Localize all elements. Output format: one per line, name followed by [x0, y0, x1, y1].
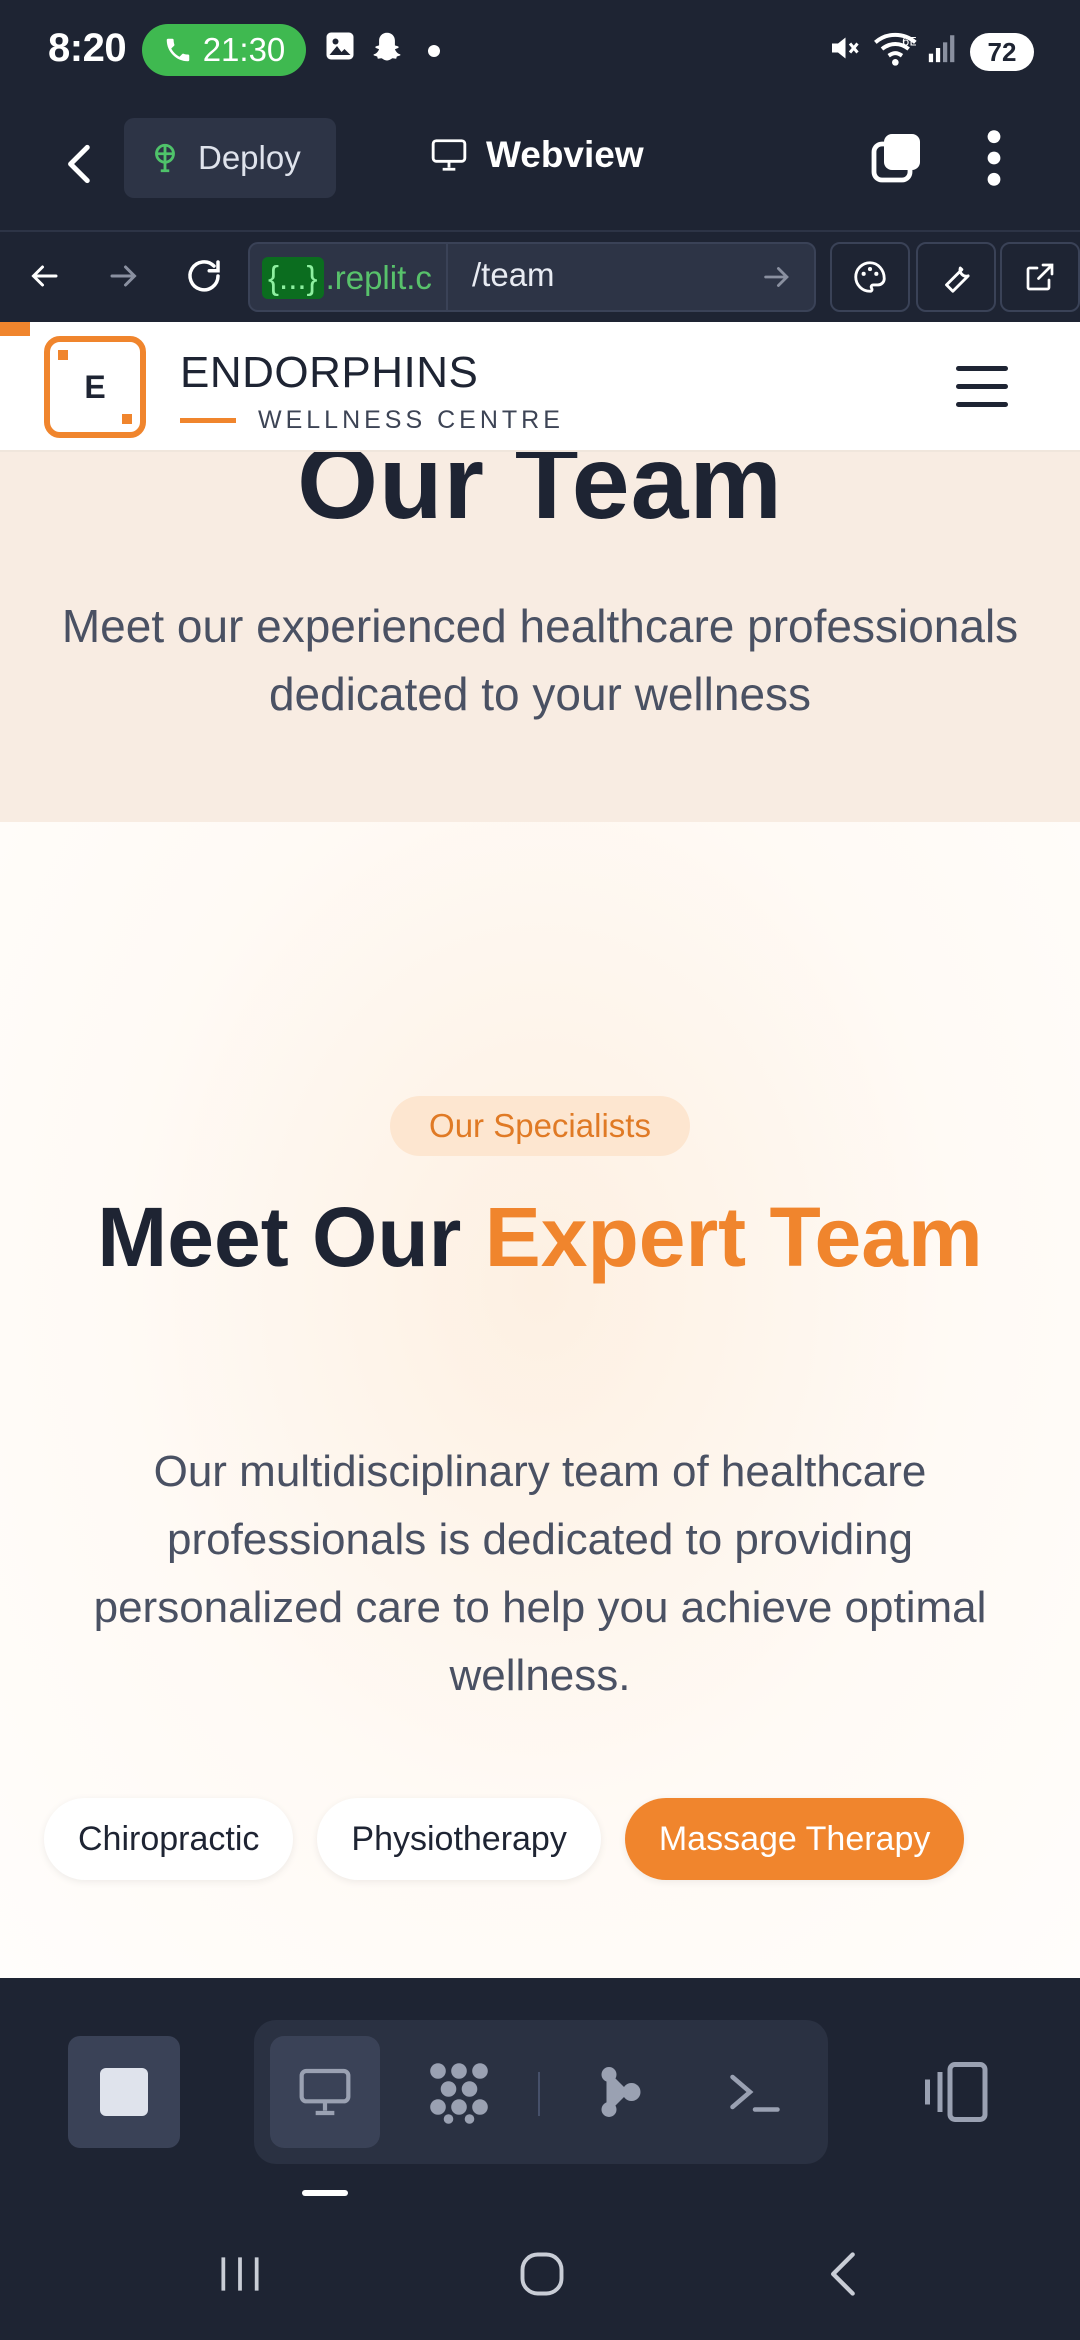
tool-switcher — [254, 2020, 828, 2164]
webview-tab[interactable]: Webview — [428, 134, 644, 176]
devtools-button[interactable] — [916, 242, 996, 312]
deploy-label: Deploy — [198, 139, 301, 176]
section-title-plain: Meet Our — [97, 1190, 485, 1284]
more-vertical-icon[interactable] — [978, 126, 1010, 190]
url-bar: {...} .replit.c /team — [0, 232, 1080, 322]
android-nav-bar — [0, 2200, 1080, 2340]
nav-forward-button[interactable] — [96, 248, 152, 304]
webview-tool-button[interactable] — [270, 2036, 380, 2148]
apps-grid-icon — [430, 2063, 488, 2124]
gallery-icon — [326, 32, 354, 60]
signal-icon — [928, 35, 955, 63]
header-accent — [0, 322, 30, 336]
brand-logo[interactable]: E — [44, 336, 146, 438]
back-icon — [831, 2252, 855, 2296]
recents-button[interactable] — [210, 2244, 270, 2304]
nav-back-button[interactable] — [16, 248, 72, 304]
snapchat-icon — [373, 32, 401, 61]
brand-tagline: WELLNESS CENTRE — [258, 406, 564, 434]
active-tab-indicator — [302, 2190, 348, 2196]
url-host: {...} .replit.c — [262, 254, 432, 302]
terminal-icon — [730, 2074, 780, 2112]
monitor-icon — [299, 2068, 351, 2116]
url-host-text: .replit.c — [325, 259, 432, 296]
battery-indicator: 72 — [970, 33, 1034, 71]
shell-tool-button[interactable] — [700, 2036, 810, 2148]
url-separator — [446, 244, 448, 310]
agent-tool-button[interactable] — [564, 2036, 674, 2148]
monitor-icon — [431, 139, 467, 171]
specialty-filters: Chiropractic Physiotherapy Massage Thera… — [44, 1798, 965, 1880]
url-brace: {...} — [262, 257, 324, 299]
url-field[interactable]: {...} .replit.c /team — [248, 242, 816, 312]
url-path[interactable]: /team — [472, 256, 555, 294]
call-indicator[interactable]: 21:30 — [142, 24, 306, 76]
external-link-icon — [1026, 263, 1054, 291]
specialists-section: Our Specialists Meet Our Expert Team Our… — [0, 822, 1080, 1978]
hero-subtitle: Meet our experienced healthcare professi… — [61, 600, 1019, 720]
reload-icon — [188, 260, 220, 292]
recents-icon — [221, 2257, 259, 2291]
svg-text:6E: 6E — [902, 35, 917, 49]
brand-underline — [180, 418, 236, 423]
toolbar-divider — [538, 2072, 540, 2116]
palette-button[interactable] — [830, 242, 910, 312]
go-arrow-icon[interactable] — [760, 260, 794, 294]
webview-page: E ENDORPHINS WELLNESS CENTRE Our Team Me… — [0, 322, 1080, 1978]
system-back-button[interactable] — [814, 2244, 874, 2304]
brand-initial: E — [84, 368, 106, 405]
mute-icon — [832, 37, 859, 59]
home-button[interactable] — [512, 2244, 572, 2304]
apps-tool-button[interactable] — [404, 2036, 514, 2148]
menu-icon[interactable] — [956, 366, 1008, 408]
devices-icon[interactable] — [920, 2062, 990, 2122]
open-external-button[interactable] — [1000, 242, 1080, 312]
replit-top-bar: Deploy Webview — [0, 104, 1080, 232]
home-icon — [520, 2252, 564, 2296]
site-header: E ENDORPHINS WELLNESS CENTRE — [0, 322, 1080, 452]
filter-chiropractic[interactable]: Chiropractic — [44, 1798, 294, 1880]
section-badge: Our Specialists — [390, 1096, 690, 1156]
tabs-icon[interactable] — [868, 130, 924, 186]
section-title: Meet Our Expert Team — [60, 1186, 1020, 1288]
brand-name[interactable]: ENDORPHINS — [180, 348, 478, 398]
deploy-icon — [155, 143, 175, 173]
stop-button[interactable] — [68, 2036, 180, 2148]
section-title-accent: Expert Team — [484, 1190, 983, 1284]
deploy-button[interactable]: Deploy — [124, 118, 336, 198]
filter-physiotherapy[interactable]: Physiotherapy — [317, 1798, 601, 1880]
back-arrow-icon[interactable] — [56, 134, 106, 194]
status-time: 8:20 — [48, 26, 127, 70]
phone-icon — [166, 38, 189, 62]
agent-icon — [601, 2067, 641, 2117]
webview-label: Webview — [486, 134, 644, 175]
section-body: Our multidisciplinary team of healthcare… — [93, 1447, 987, 1700]
filter-massage-therapy[interactable]: Massage Therapy — [624, 1798, 965, 1880]
replit-bottom-toolbar — [0, 1978, 1080, 2200]
notification-dot — [428, 45, 440, 57]
call-timer: 21:30 — [202, 31, 286, 68]
stop-icon — [100, 2068, 148, 2116]
status-bar: 8:20 21:30 6E 72 — [0, 0, 1080, 104]
nav-back-icon — [31, 265, 58, 287]
wifi-icon: 6E — [874, 32, 917, 66]
wrench-icon — [945, 266, 970, 293]
reload-button[interactable] — [176, 248, 232, 304]
palette-icon — [854, 261, 886, 293]
nav-forward-icon — [110, 265, 137, 287]
